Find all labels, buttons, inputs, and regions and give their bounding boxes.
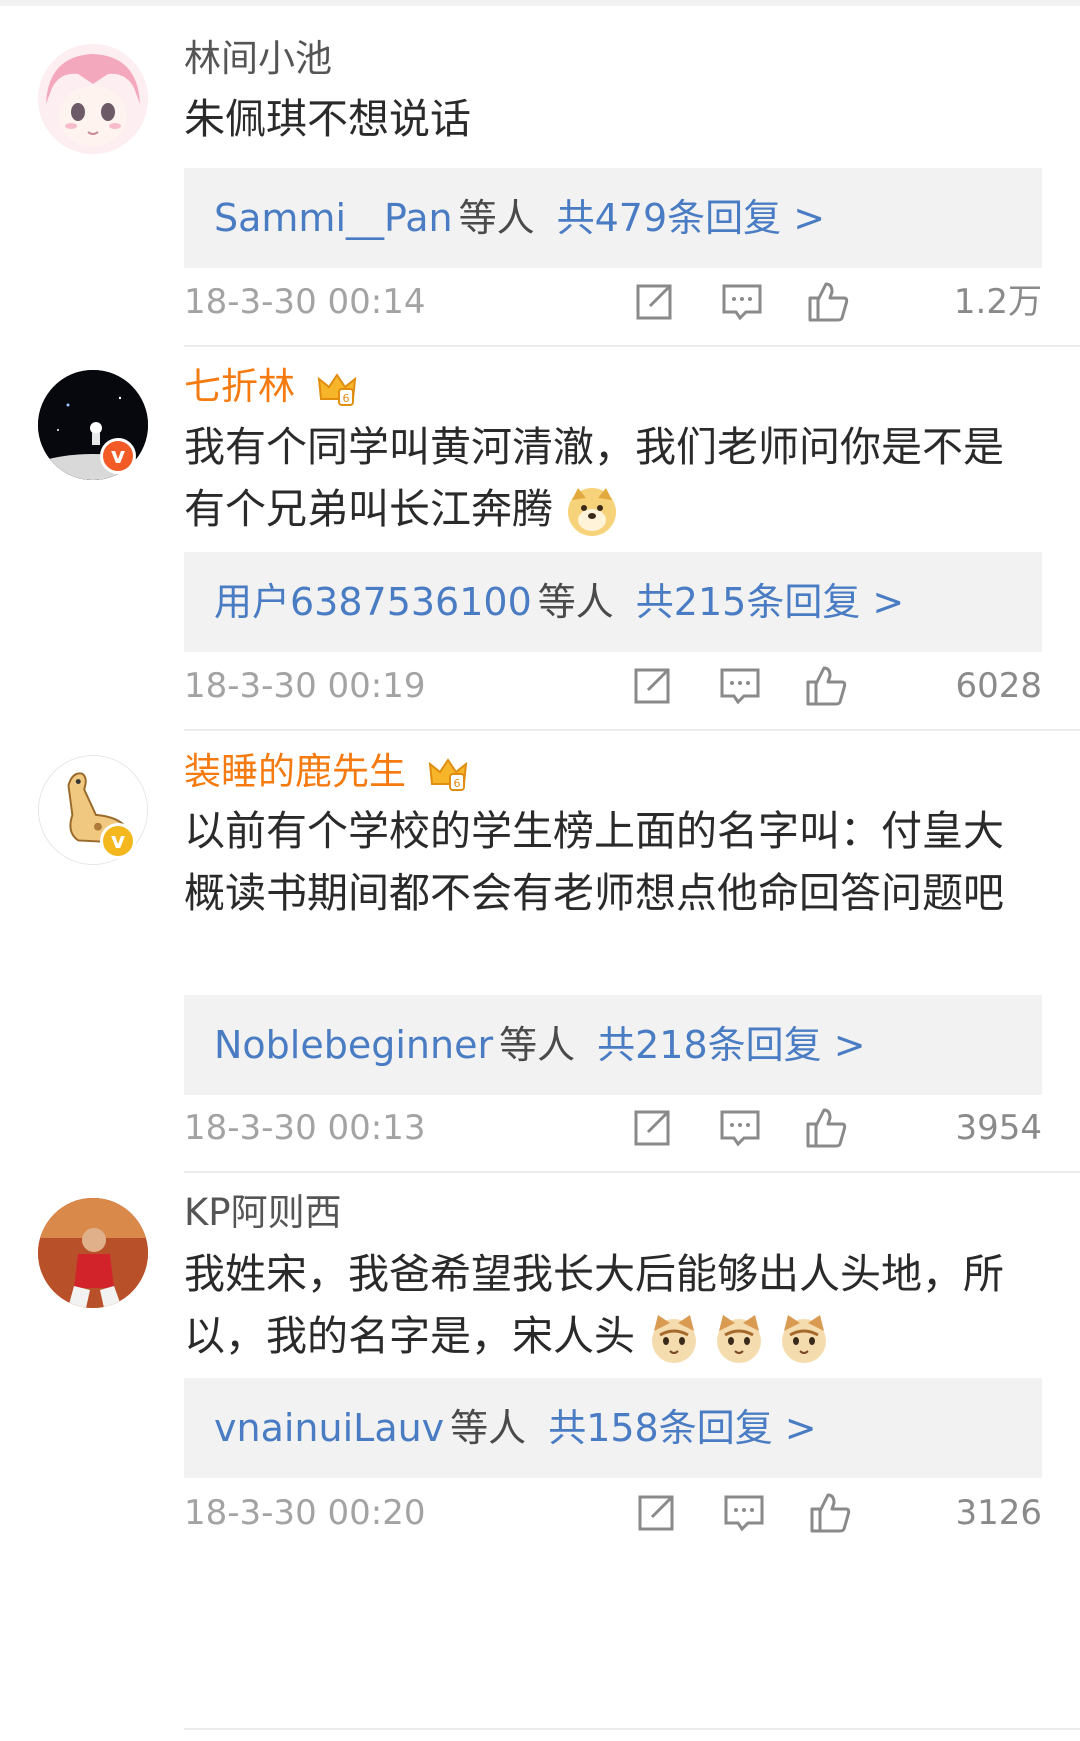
reply-etc: 等人 [458,196,535,240]
like-count: 3954 [955,1108,1042,1148]
reply-users[interactable]: Noblebeginner [214,1023,493,1067]
like-icon[interactable] [806,280,850,324]
comment-text: 朱佩琪不想说话 [184,95,471,143]
replies-summary[interactable]: 用户6387536100 等人 共215条回复 > [184,552,1042,652]
comment-text: 我有个同学叫黄河清澈，我们老师问你是不是有个兄弟叫长江奔腾 [184,416,1044,540]
comment-icon[interactable] [718,664,762,708]
reply-count[interactable]: 共215条回复 > [636,580,904,624]
username[interactable]: KP阿则西 [184,1182,342,1236]
like-count: 6028 [955,666,1042,706]
divider [184,1171,1080,1173]
comment-icon[interactable] [722,1491,766,1535]
username-row: 七折林 6 [184,356,357,410]
avatar[interactable] [38,44,148,154]
reply-count[interactable]: 共218条回复 > [597,1023,865,1067]
comment-icon[interactable] [720,280,764,324]
cat-emoji [782,1315,827,1363]
repost-icon[interactable] [632,280,676,324]
reply-etc: 等人 [499,1023,576,1067]
like-count: 1.2万 [953,282,1042,322]
timestamp: 18-3-30 00:19 [184,666,426,706]
divider [184,345,1080,347]
timestamp: 18-3-30 00:20 [184,1493,426,1533]
comment-footer: 18-3-30 00:14 1.2万 [184,272,1042,332]
reply-users[interactable]: Sammi__Pan [214,196,453,240]
timestamp: 18-3-30 00:14 [184,282,426,322]
reply-count[interactable]: 共479条回复 > [557,196,825,240]
crown-icon: 6 [428,757,467,791]
replies-summary[interactable]: vnainuiLauv 等人 共158条回复 > [184,1378,1042,1478]
username[interactable]: 林间小池 [184,28,332,82]
like-count: 3126 [955,1493,1042,1533]
comment-text: 以前有个学校的学生榜上面的名字叫：付皇大概读书期间都不会有老师想点他命回答问题吧 [184,807,1004,917]
divider [184,1728,1080,1730]
username[interactable]: 七折林 [184,365,295,408]
reply-count[interactable]: 共158条回复 > [548,1406,816,1450]
svg-text:6: 6 [453,777,460,790]
divider [184,729,1080,731]
like-icon[interactable] [804,664,848,708]
comment-body: 我姓宋，我爸希望我长大后能够出人头地，所以，我的名字是，宋人头 [184,1250,1004,1360]
reply-users[interactable]: vnainuiLauv [214,1406,444,1450]
replies-summary[interactable]: Sammi__Pan 等人 共479条回复 > [184,168,1042,268]
cat-emoji [717,1315,762,1363]
timestamp: 18-3-30 00:13 [184,1108,426,1148]
username[interactable]: 装睡的鹿先生 [184,750,406,793]
verified-badge: v [100,438,136,474]
reply-users[interactable]: 用户6387536100 [214,580,532,624]
comment-text: 我姓宋，我爸希望我长大后能够出人头地，所以，我的名字是，宋人头 [184,1243,1044,1367]
comment-icon[interactable] [718,1106,762,1150]
repost-icon[interactable] [630,1106,674,1150]
repost-icon[interactable] [634,1491,678,1535]
cat-emoji [652,1315,697,1363]
crown-icon: 6 [317,372,356,406]
comment-footer: 18-3-30 00:19 6028 [184,656,1042,716]
comment-footer: 18-3-30 00:20 3126 [184,1483,1042,1543]
repost-icon[interactable] [630,664,674,708]
reply-etc: 等人 [450,1406,527,1450]
top-divider [0,0,1080,6]
verified-badge: v [100,823,136,859]
like-icon[interactable] [804,1106,848,1150]
doge-emoji [568,488,617,536]
comment-footer: 18-3-30 00:13 3954 [184,1098,1042,1158]
replies-summary[interactable]: Noblebeginner 等人 共218条回复 > [184,995,1042,1095]
username-row: 装睡的鹿先生 6 [184,741,468,795]
avatar[interactable] [38,1198,148,1308]
like-icon[interactable] [808,1491,852,1535]
svg-text:6: 6 [342,392,349,405]
reply-etc: 等人 [537,580,614,624]
